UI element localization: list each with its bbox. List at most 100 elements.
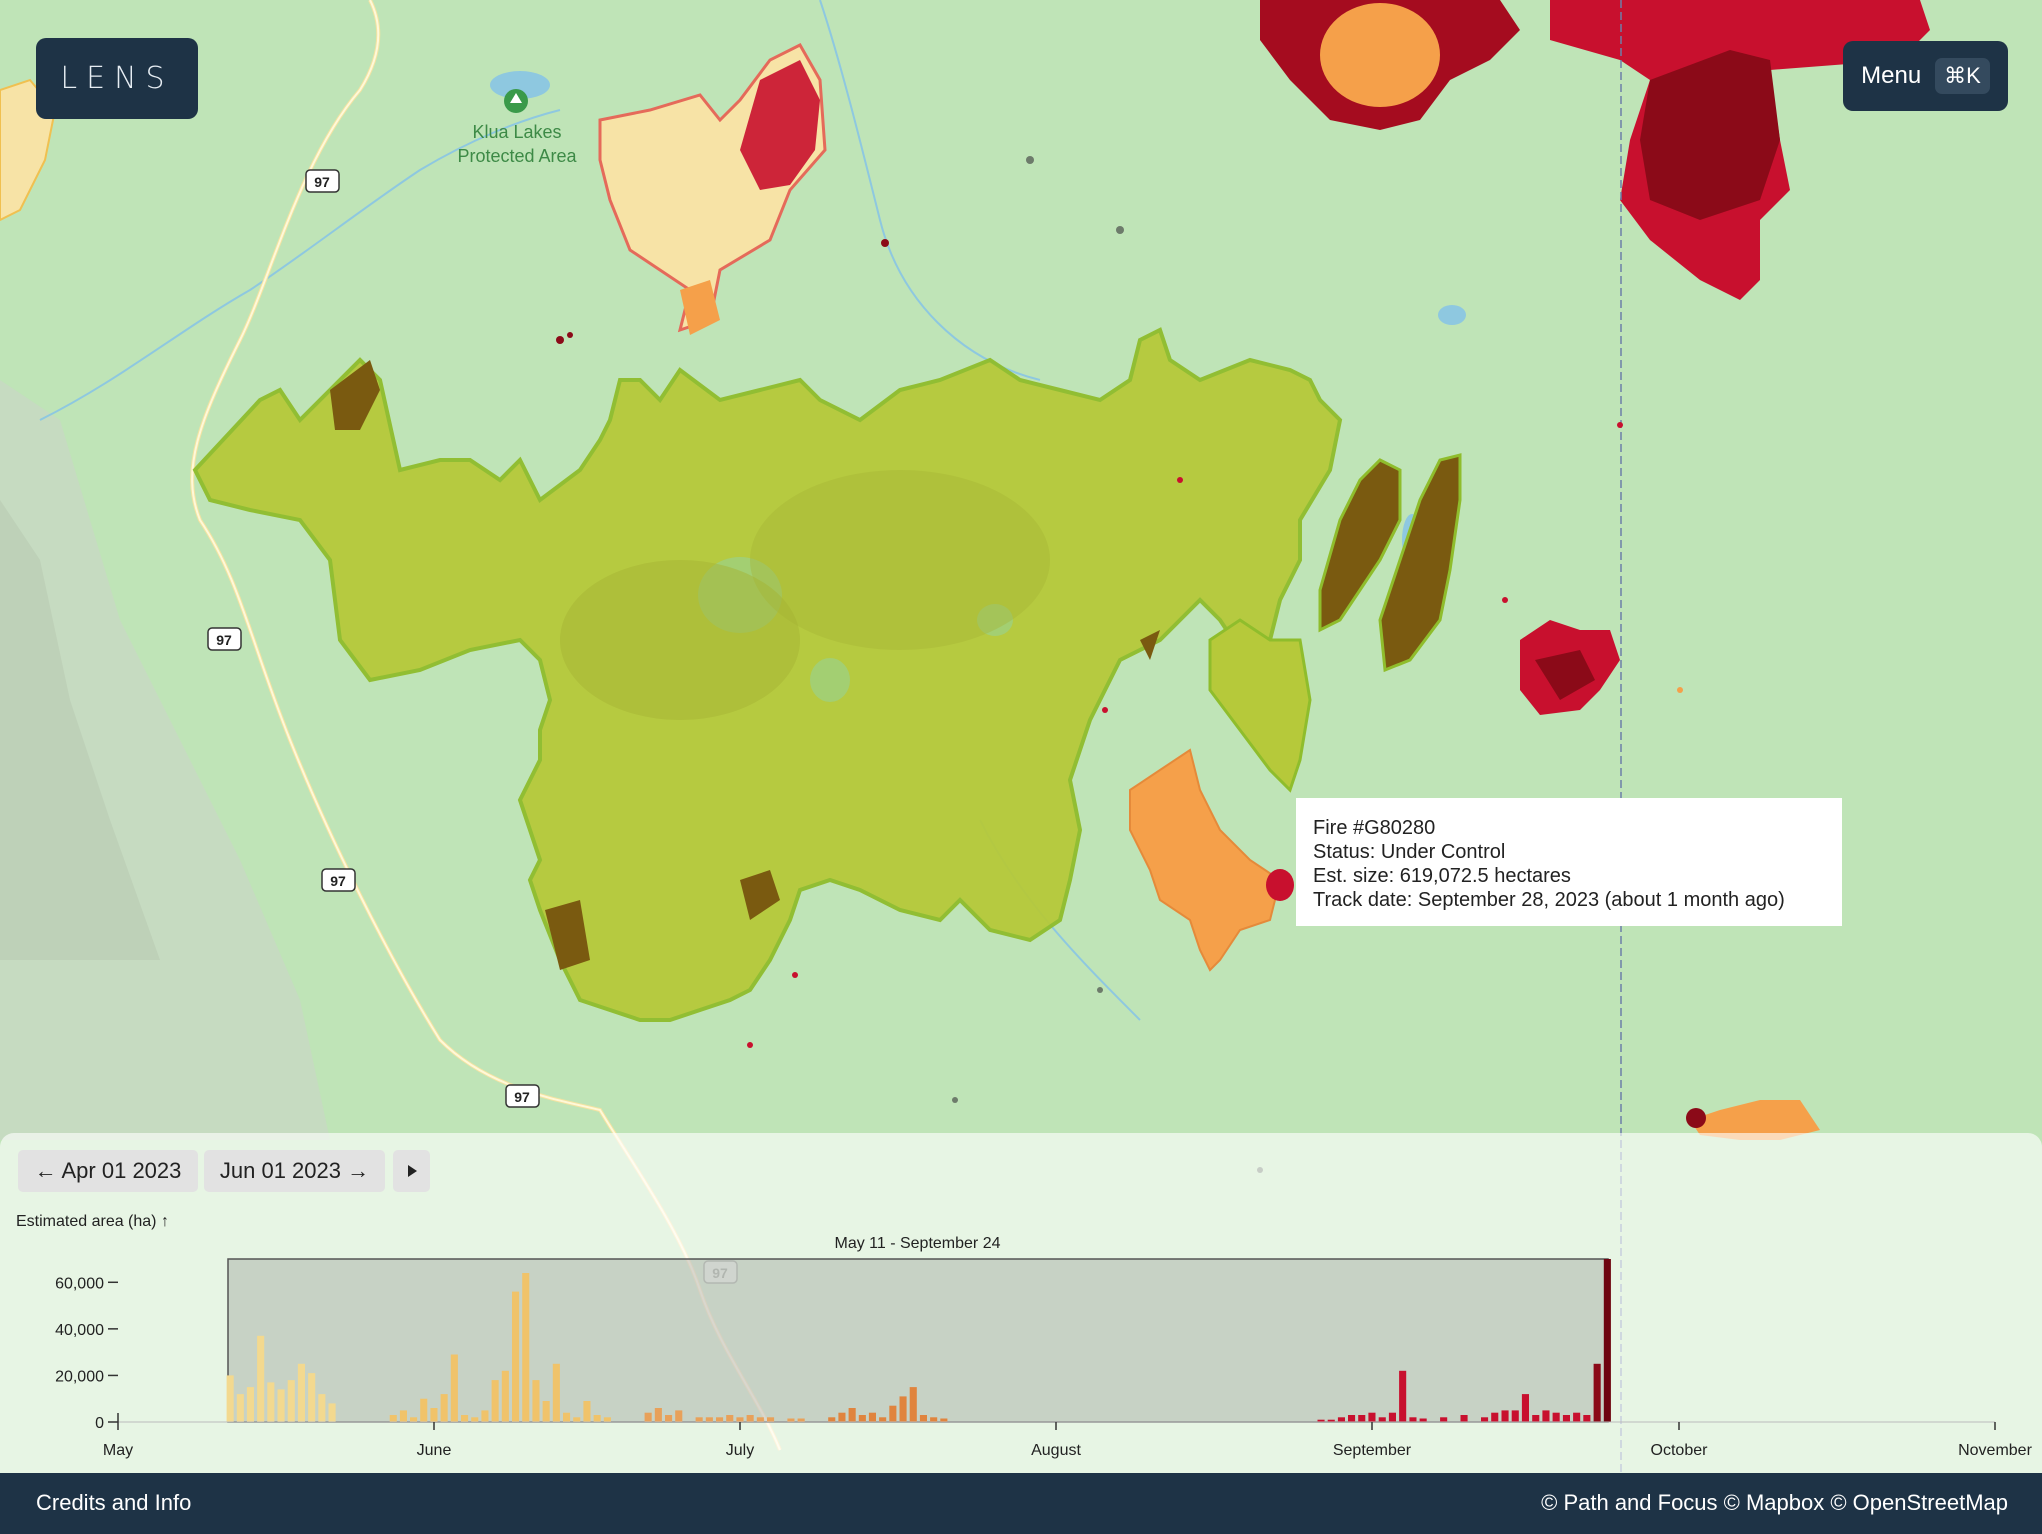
tooltip-size: Est. size: 619,072.5 hectares [1313,865,1571,887]
chart-bar [1521,1394,1529,1422]
chart-bar [930,1417,938,1422]
chart-bar [909,1387,917,1422]
svg-text:97: 97 [216,632,232,648]
chart-bar [552,1363,560,1422]
chart-bar [1419,1418,1427,1422]
chart-bar [787,1418,795,1422]
highway-shield: 97 [207,627,242,651]
chart-bar [940,1418,948,1422]
attribution-text: © Path and Focus © Mapbox © OpenStreetMa… [1541,1490,2008,1515]
fire-tooltip: Fire #G80280 Status: Under Control Est. … [1296,798,1842,926]
y-tick-label: 20,000 [55,1368,104,1385]
x-tick-label: October [1651,1442,1709,1459]
chart-bar [399,1410,407,1422]
chart-bar [899,1396,907,1422]
chart-bar [491,1380,499,1422]
chart-bar [450,1354,458,1422]
chart-bar [236,1394,244,1422]
chart-bar [1368,1412,1376,1422]
chart-bar [501,1370,509,1422]
chart-bar [308,1373,316,1422]
chart-bar [1573,1412,1581,1422]
highway-shield: 97 [505,1084,540,1108]
menu-shortcut: ⌘K [1935,58,1990,94]
chart-bar [420,1398,428,1422]
chart-bar [1409,1417,1417,1422]
chart-bar [736,1417,744,1422]
chart-bar [1378,1417,1386,1422]
chart-bar [461,1415,469,1422]
chart-bar [889,1405,897,1422]
chart-bar [1348,1415,1356,1422]
unburned-patch [810,658,850,702]
chart-bar [767,1417,775,1422]
chart-bar [705,1417,713,1422]
app-logo[interactable]: LENS [36,38,198,119]
chart-bar [797,1418,805,1422]
chart-bar [1491,1412,1499,1422]
chart-bar [257,1335,265,1422]
x-tick-label: August [1031,1442,1081,1459]
tooltip-status: Status: Under Control [1313,841,1506,863]
chart-bar [297,1363,305,1422]
chart-bar [654,1408,662,1422]
y-axis-ticks: 60,000 40,000 20,000 0 [55,1275,119,1432]
chart-bar [542,1401,550,1422]
chart-bar [746,1415,754,1422]
lake [1438,305,1466,325]
timeline-panel: ← Apr 01 2023 Jun 01 2023 → Estimated ar… [0,1133,2042,1473]
tooltip-fire-id: Fire #G80280 [1313,817,1436,839]
chart-bar [1460,1415,1468,1422]
fire-burn-orange [1320,3,1440,107]
highway-shield: 97 [305,169,340,193]
chart-bar [879,1417,887,1422]
menu-button[interactable]: Menu ⌘K [1843,41,2008,111]
chart-bar [532,1380,540,1422]
chart-bar [1542,1410,1550,1422]
chart-bar [644,1412,652,1422]
x-tick-label: September [1333,1442,1412,1459]
chart-bar [1399,1370,1407,1422]
chart-bar [603,1417,611,1422]
chart-bar [1562,1415,1570,1422]
chart-bar [1583,1415,1591,1422]
y-tick-label: 0 [95,1415,104,1432]
credits-link[interactable]: Credits and Info [36,1490,191,1516]
chart-bar [563,1412,571,1422]
app-logo-text: LENS [60,61,174,96]
chart-bar [1593,1363,1601,1422]
chart-bar [1552,1412,1560,1422]
chart-bar [1511,1410,1519,1422]
chart-bar [695,1417,703,1422]
chart-bar [848,1408,856,1422]
chart-bar [328,1403,336,1422]
svg-text:97: 97 [314,174,330,190]
chart-bar [226,1375,234,1422]
chart-bar [726,1415,734,1422]
x-tick-label: May [103,1442,133,1459]
chart-bar [246,1387,254,1422]
chart-bar [868,1412,876,1422]
chart-bar [583,1401,591,1422]
chart-bar [665,1415,673,1422]
y-tick-label: 60,000 [55,1275,104,1292]
chart-bar [481,1410,489,1422]
tooltip-track-date: Track date: September 28, 2023 (about 1 … [1313,889,1785,911]
chart-bar [1481,1417,1489,1422]
x-tick-label: July [726,1442,754,1459]
chart-bar [410,1417,418,1422]
chart-bar [828,1417,836,1422]
chart-bar [389,1415,397,1422]
chart-bar [1501,1410,1509,1422]
place-label-line1: Klua Lakes [472,122,561,142]
chart-bar [919,1415,927,1422]
chart-bar [573,1417,581,1422]
chart-bar [430,1408,438,1422]
svg-text:97: 97 [514,1089,530,1105]
area-chart[interactable]: May June July August September October Novembe… [0,1133,2042,1473]
place-label-line2: Protected Area [457,146,577,166]
chart-bar [522,1273,530,1422]
chart-bar [1358,1415,1366,1422]
chart-bar [277,1389,285,1422]
chart-bar [1603,1259,1611,1422]
